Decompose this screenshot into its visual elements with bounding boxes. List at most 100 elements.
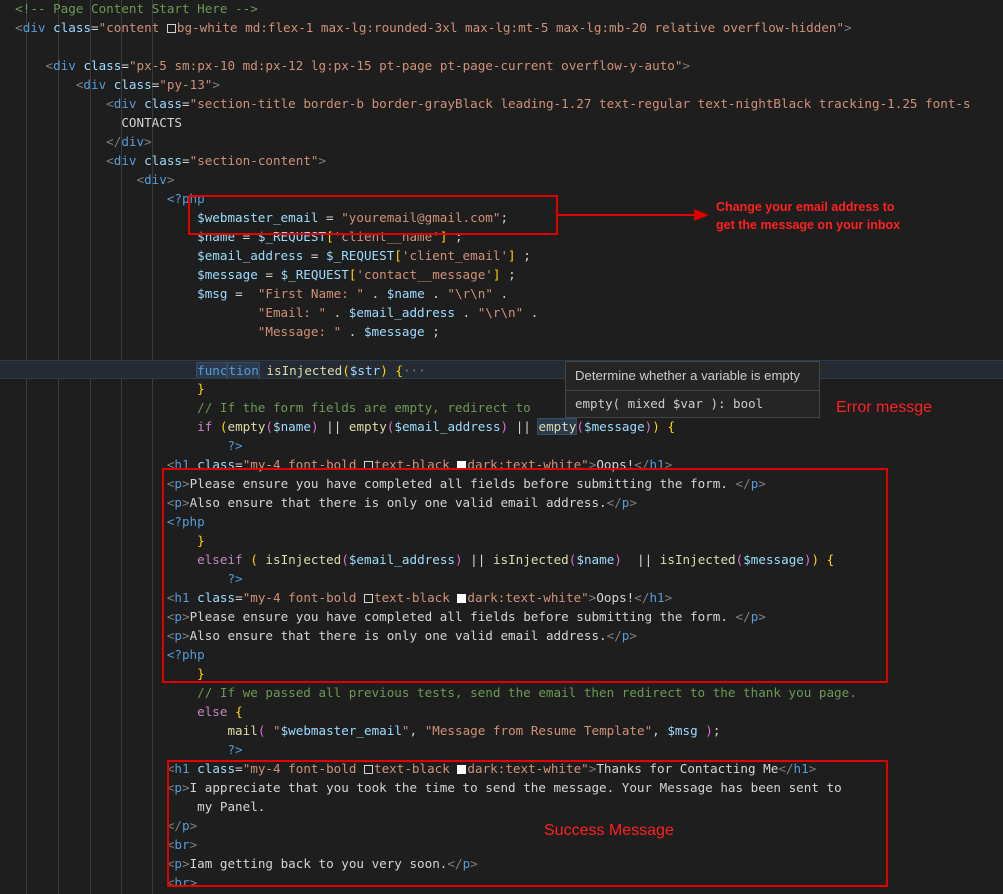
code-line[interactable]: $email_address = $_REQUEST['client_email… <box>0 246 1003 265</box>
code-line[interactable]: $msg = "First Name: " . $name . "\r\n" . <box>0 284 1003 303</box>
code-line[interactable]: <!-- Page Content Start Here --> <box>0 0 1003 18</box>
code-token: ?> <box>227 438 243 453</box>
code-token: "Message: " <box>257 324 342 339</box>
code-token: "section-content" <box>189 153 319 168</box>
code-token: ( <box>342 363 350 378</box>
code-token: "px-5 sm:px-10 md:px-12 lg:px-15 pt-page… <box>128 58 683 73</box>
code-token: ; <box>500 267 516 282</box>
code-line[interactable]: <div> <box>0 170 1003 189</box>
code-token: || <box>508 419 539 434</box>
code-line[interactable]: <div class="px-5 sm:px-10 md:px-12 lg:px… <box>0 56 1003 75</box>
code-token: $msg <box>197 286 228 301</box>
code-line[interactable]: "Email: " . $email_address . "\r\n" . <box>0 303 1003 322</box>
code-token: $message <box>363 324 425 339</box>
code-line[interactable]: mail( "$webmaster_email", "Message from … <box>0 721 1003 740</box>
email-note-line2: get the message on your inbox <box>716 218 901 232</box>
code-token: = <box>182 96 190 111</box>
code-line[interactable]: CONTACTS <box>0 113 1003 132</box>
code-token: < <box>106 96 114 111</box>
code-token: tion <box>226 362 260 378</box>
code-token: = <box>257 267 281 282</box>
code-token: empty <box>227 419 266 434</box>
code-token: class <box>144 153 183 168</box>
code-line[interactable]: } <box>0 379 1003 398</box>
code-token: $message <box>584 419 645 434</box>
code-line[interactable]: $message = $_REQUEST['contact__message']… <box>0 265 1003 284</box>
code-line[interactable]: ?> <box>0 436 1003 455</box>
code-token: = <box>121 58 129 73</box>
error-label: Error messge <box>836 399 933 416</box>
code-token: < <box>106 153 114 168</box>
code-token: < <box>45 58 54 73</box>
code-line[interactable]: if (empty($name) || empty($email_address… <box>0 417 1003 436</box>
code-token: . <box>492 286 509 301</box>
code-line[interactable]: "Message: " . $message ; <box>0 322 1003 341</box>
code-line[interactable]: // If we passed all previous tests, send… <box>0 683 1003 702</box>
code-token: </ <box>106 134 122 149</box>
code-token: $_REQUEST <box>280 267 349 282</box>
code-token: "section-title border-b border-grayBlack… <box>189 96 971 111</box>
code-token: ) <box>652 419 660 434</box>
code-token: ; <box>712 723 721 738</box>
code-token: "First Name: " <box>257 286 364 301</box>
code-token: div <box>22 20 46 35</box>
code-token: 'client_email' <box>401 248 509 263</box>
code-line[interactable]: <div class="section-content"> <box>0 151 1003 170</box>
code-token: mail <box>227 723 258 738</box>
code-token: class <box>83 58 122 73</box>
code-token: , <box>409 723 425 738</box>
code-line[interactable]: </div> <box>0 132 1003 151</box>
code-token: ; <box>424 324 440 339</box>
code-token: ?> <box>227 742 243 757</box>
code-token: CONTACTS <box>121 115 182 130</box>
arrow-right-icon <box>558 209 709 221</box>
success-message-box <box>167 760 888 887</box>
code-line[interactable] <box>0 37 1003 56</box>
code-token: ( <box>265 419 274 434</box>
success-label: Success Message <box>544 822 674 839</box>
code-line[interactable]: <div class="py-13"> <box>0 75 1003 94</box>
code-line[interactable]: function isInjected($str) {··· <box>0 360 1003 379</box>
code-token: div <box>53 58 76 73</box>
code-token: < <box>136 172 145 187</box>
code-line[interactable]: else { <box>0 702 1003 721</box>
code-token: else <box>197 704 228 719</box>
code-token: "\r\n" <box>447 286 493 301</box>
code-token: div <box>113 96 137 111</box>
hover-divider <box>566 390 819 391</box>
code-token: . <box>326 305 349 320</box>
code-line[interactable]: ?> <box>0 740 1003 759</box>
code-token: "Message from Resume Template" <box>424 723 653 738</box>
code-token: . <box>341 324 364 339</box>
code-token: 'contact__message' <box>356 267 493 282</box>
code-token: div <box>144 172 167 187</box>
code-line[interactable]: <div class="content bg-white md:flex-1 m… <box>0 18 1003 37</box>
code-token: { <box>395 363 403 378</box>
code-token: $message <box>197 267 258 282</box>
code-line[interactable] <box>0 341 1003 360</box>
code-line[interactable]: <div class="section-title border-b borde… <box>0 94 1003 113</box>
code-token: = <box>182 153 190 168</box>
